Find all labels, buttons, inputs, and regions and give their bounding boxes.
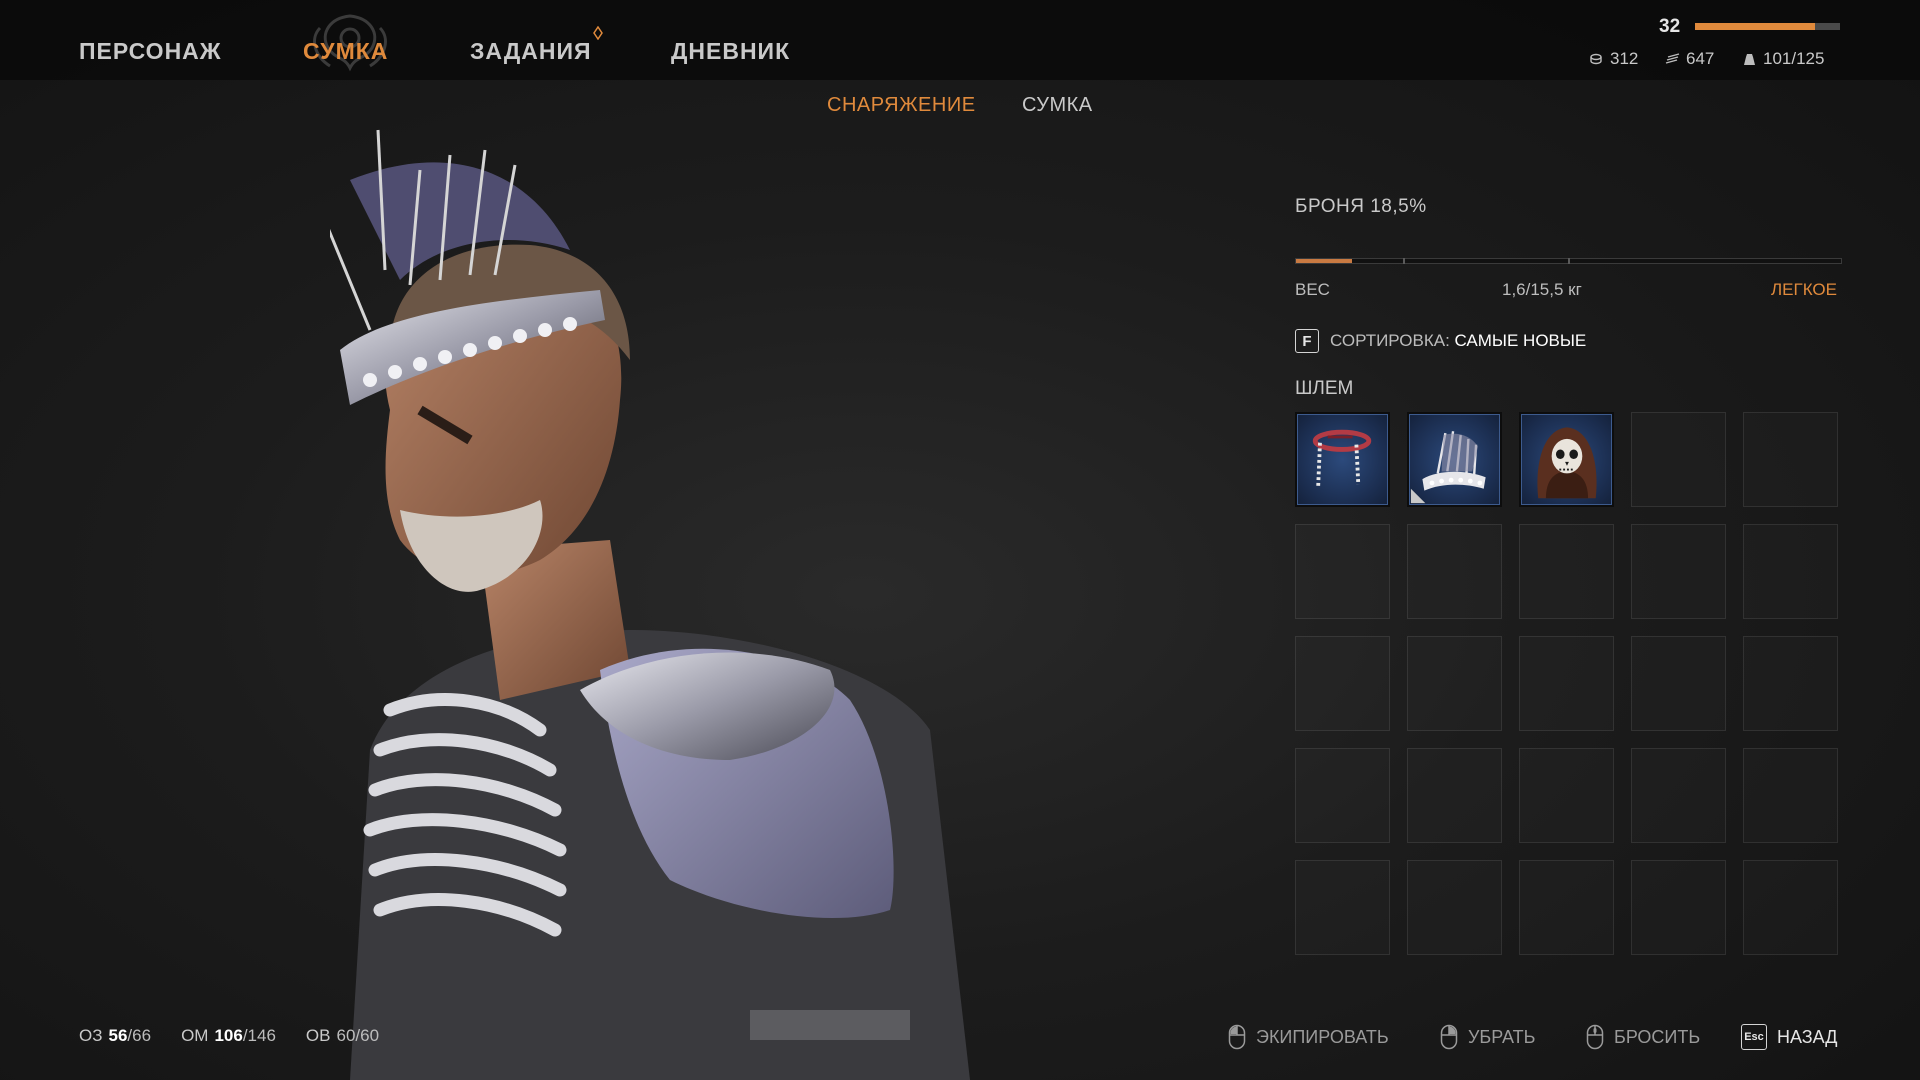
inventory-slot-empty[interactable] — [1295, 748, 1390, 843]
mp-label: ОМ — [181, 1026, 209, 1045]
remove-hint[interactable]: УБРАТЬ — [1440, 1024, 1535, 1050]
ov-label: ОВ — [305, 1026, 331, 1045]
inventory-slot-empty[interactable] — [1743, 748, 1838, 843]
inventory-slot-empty[interactable] — [1295, 636, 1390, 731]
bills-icon — [1665, 52, 1680, 64]
mp-max: /146 — [242, 1026, 276, 1045]
currency2-display: 647 — [1665, 49, 1714, 69]
inventory-item[interactable] — [1295, 412, 1390, 507]
inventory-slot-empty[interactable] — [1631, 748, 1726, 843]
tab-bag[interactable]: СУМКА — [303, 38, 388, 65]
xp-bar — [1695, 23, 1840, 30]
equip-hint[interactable]: ЭКИПИРОВАТЬ — [1228, 1024, 1389, 1050]
inventory-slot-empty[interactable] — [1743, 524, 1838, 619]
mouse-right-icon — [1440, 1024, 1458, 1050]
currency1-value: 312 — [1610, 49, 1639, 68]
inventory-slot-empty[interactable] — [1407, 524, 1502, 619]
hp-label: ОЗ — [79, 1026, 103, 1045]
character-portrait — [330, 129, 970, 1080]
currency1-display: 312 — [1589, 49, 1638, 69]
remove-label: УБРАТЬ — [1468, 1026, 1536, 1047]
capacity-value: 101/125 — [1763, 49, 1825, 68]
inventory-slot-empty[interactable] — [1407, 860, 1502, 955]
xp-bar-fill — [1695, 23, 1816, 30]
hp-current: 56 — [108, 1026, 128, 1045]
armor-value: БРОНЯ 18,5% — [1295, 196, 1427, 217]
inventory-slot-empty[interactable] — [1631, 636, 1726, 731]
mouse-middle-icon — [1586, 1024, 1604, 1050]
weight-tick — [1403, 258, 1405, 264]
equip-label: ЭКИПИРОВАТЬ — [1256, 1026, 1389, 1047]
category-label: ШЛЕМ — [1295, 378, 1354, 399]
tab-journal[interactable]: ДНЕВНИК — [671, 38, 790, 65]
tab-quests[interactable]: ЗАДАНИЯ — [470, 38, 592, 65]
weight-bar — [1295, 258, 1842, 264]
back-button[interactable]: Esc НАЗАД — [1741, 1024, 1837, 1050]
sort-value: САМЫЕ НОВЫЕ — [1454, 331, 1587, 350]
weight-icon — [1744, 53, 1755, 65]
inventory-slot-empty[interactable] — [1631, 412, 1726, 507]
mp-current: 106 — [214, 1026, 243, 1045]
inventory-slot-empty[interactable] — [1631, 524, 1726, 619]
back-label: НАЗАД — [1777, 1026, 1838, 1047]
drop-hint[interactable]: БРОСИТЬ — [1586, 1024, 1700, 1050]
weight-bar-fill — [1296, 259, 1353, 263]
inventory-slot-empty[interactable] — [1743, 860, 1838, 955]
inventory-slot-empty[interactable] — [1631, 860, 1726, 955]
inventory-slot-empty[interactable] — [1295, 860, 1390, 955]
inventory-item[interactable] — [1407, 412, 1502, 507]
drop-label: БРОСИТЬ — [1614, 1026, 1701, 1047]
coin-stack-icon — [1590, 53, 1602, 64]
inventory-item[interactable] — [1519, 412, 1614, 507]
inventory-slot-empty[interactable] — [1743, 412, 1838, 507]
ov-value: 60/60 — [336, 1026, 380, 1045]
weight-value: 1,6/15,5 кг — [1502, 280, 1582, 299]
inventory-slot-empty[interactable] — [1407, 748, 1502, 843]
sort-key: F — [1295, 329, 1319, 353]
inventory-slot-empty[interactable] — [1295, 524, 1390, 619]
hp-max: /66 — [127, 1026, 152, 1045]
new-quest-indicator-icon — [593, 26, 603, 40]
inventory-slot-empty[interactable] — [1519, 524, 1614, 619]
weight-class: ЛЕГКОЕ — [1771, 280, 1837, 299]
sort-control[interactable]: F СОРТИРОВКА: САМЫЕ НОВЫЕ — [1295, 329, 1586, 353]
currency2-value: 647 — [1686, 49, 1715, 68]
tab-character[interactable]: ПЕРСОНАЖ — [79, 38, 222, 65]
player-level: 32 — [1659, 16, 1681, 37]
inventory-slot-empty[interactable] — [1407, 636, 1502, 731]
inventory-slot-empty[interactable] — [1519, 748, 1614, 843]
weight-label: ВЕС — [1295, 280, 1330, 299]
stats-bar: ОЗ 56 /66 ОМ 106 /146 ОВ 60/60 — [79, 1026, 379, 1046]
capacity-display: 101/125 — [1742, 49, 1824, 69]
weight-tick — [1568, 258, 1570, 264]
mouse-left-icon — [1228, 1024, 1246, 1050]
esc-key: Esc — [1741, 1024, 1767, 1050]
inventory-slot-empty[interactable] — [1519, 860, 1614, 955]
inventory-slot-empty[interactable] — [1519, 636, 1614, 731]
inventory-grid — [1295, 412, 1838, 955]
inventory-slot-empty[interactable] — [1743, 636, 1838, 731]
sort-label: СОРТИРОВКА: — [1330, 331, 1450, 350]
